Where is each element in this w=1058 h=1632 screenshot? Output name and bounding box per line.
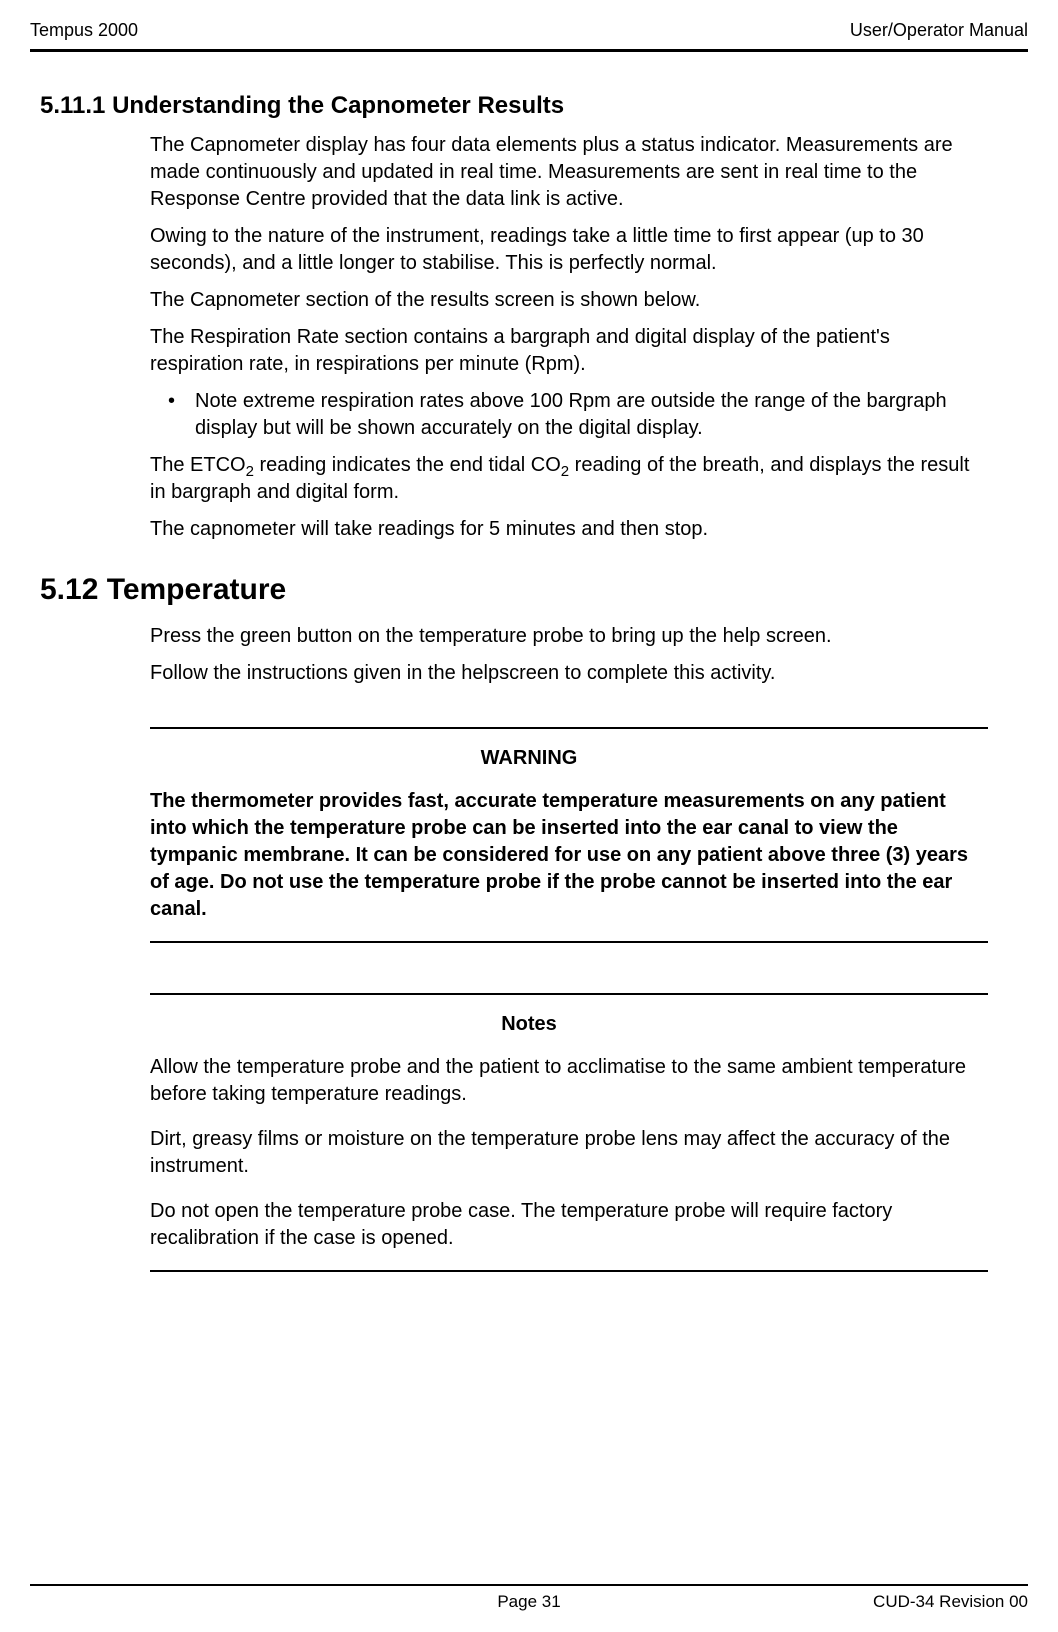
page-content: 5.11.1 Understanding the Capnometer Resu…	[30, 92, 1028, 1272]
section-5-12-heading: 5.12 Temperature	[40, 573, 1018, 607]
note-paragraph: Do not open the temperature probe case. …	[150, 1198, 988, 1252]
body-paragraph: Owing to the nature of the instrument, r…	[150, 223, 988, 277]
body-paragraph: Press the green button on the temperatur…	[150, 623, 988, 650]
footer-page-number: Page 31	[497, 1592, 560, 1612]
header-right: User/Operator Manual	[850, 20, 1028, 41]
note-paragraph: Dirt, greasy films or moisture on the te…	[150, 1126, 988, 1180]
notes-bottom-rule	[150, 1270, 988, 1272]
warning-top-rule	[150, 727, 988, 729]
page-header: Tempus 2000 User/Operator Manual	[30, 20, 1028, 49]
body-paragraph: The capnometer will take readings for 5 …	[150, 516, 988, 543]
bullet-item: • Note extreme respiration rates above 1…	[150, 388, 988, 442]
notes-heading: Notes	[40, 1013, 1018, 1036]
warning-text: The thermometer provides fast, accurate …	[150, 788, 988, 923]
footer-revision: CUD-34 Revision 00	[873, 1592, 1028, 1612]
note-paragraph: Allow the temperature probe and the pati…	[150, 1054, 988, 1108]
bullet-marker: •	[168, 388, 175, 442]
warning-heading: WARNING	[40, 747, 1018, 770]
body-paragraph: The ETCO2 reading indicates the end tida…	[150, 452, 988, 506]
body-paragraph: The Capnometer section of the results sc…	[150, 287, 988, 314]
header-left: Tempus 2000	[30, 20, 138, 41]
subscript: 2	[246, 463, 254, 480]
notes-top-rule	[150, 993, 988, 995]
body-paragraph: The Respiration Rate section contains a …	[150, 324, 988, 378]
page-footer: Page 31 CUD-34 Revision 00	[30, 1584, 1028, 1612]
header-rule	[30, 49, 1028, 52]
subscript: 2	[561, 463, 569, 480]
section-5-11-1-heading: 5.11.1 Understanding the Capnometer Resu…	[40, 92, 1018, 120]
bullet-text: Note extreme respiration rates above 100…	[195, 388, 988, 442]
footer-content: Page 31 CUD-34 Revision 00	[30, 1592, 1028, 1612]
body-paragraph: The Capnometer display has four data ele…	[150, 132, 988, 213]
footer-rule	[30, 1584, 1028, 1586]
body-paragraph: Follow the instructions given in the hel…	[150, 660, 988, 687]
